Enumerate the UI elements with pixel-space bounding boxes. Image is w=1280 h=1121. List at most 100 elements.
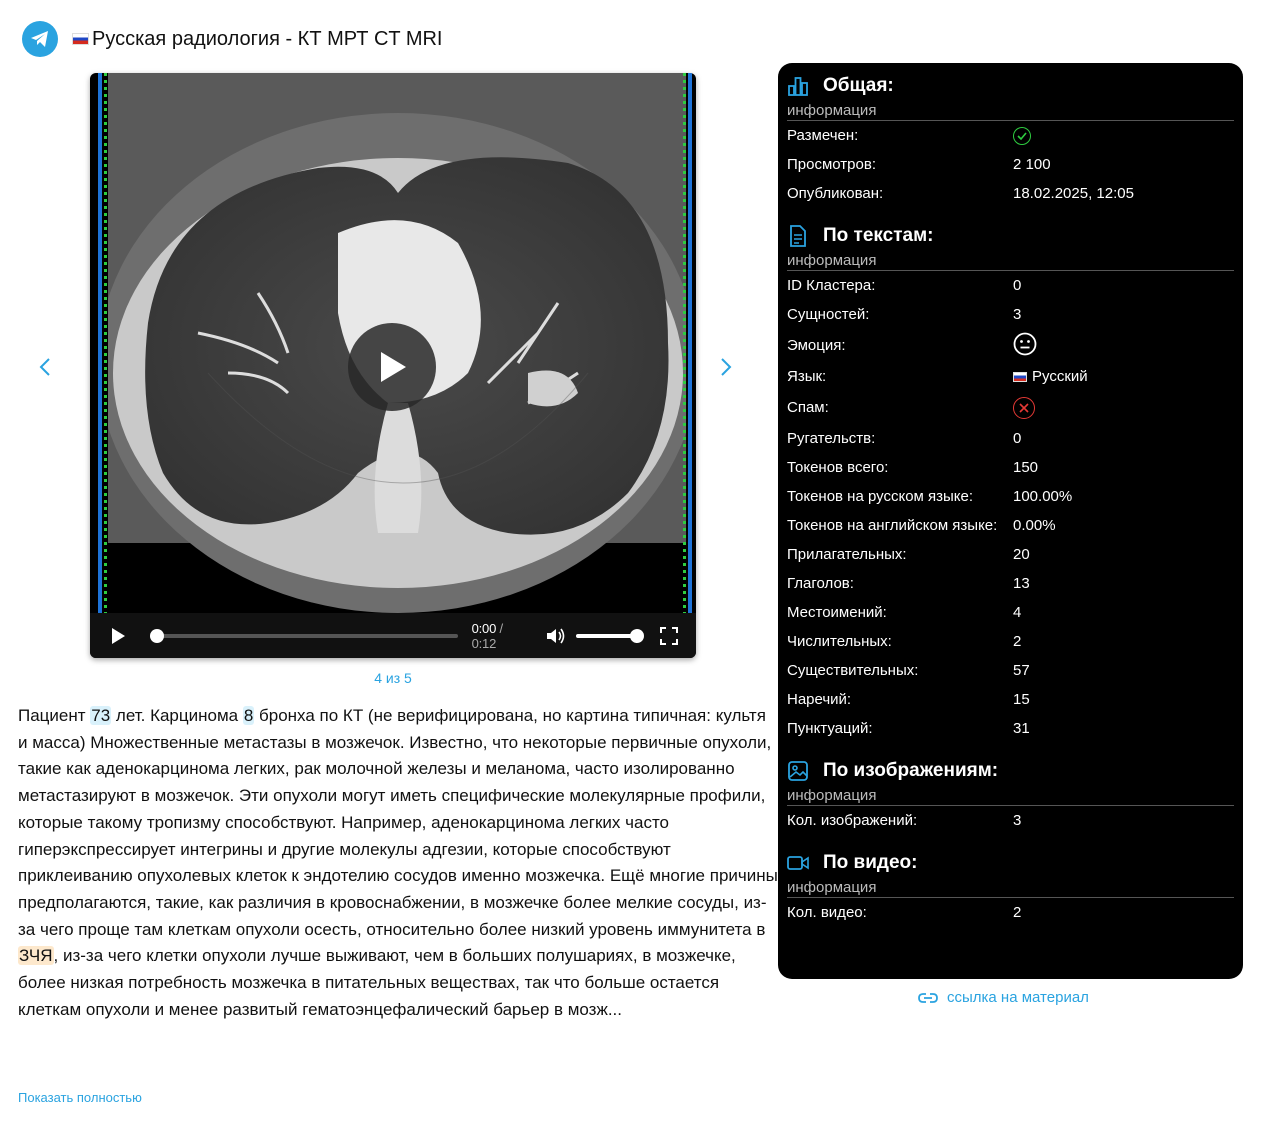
russia-flag-icon bbox=[72, 33, 89, 45]
show-more-link[interactable]: Показать полностью bbox=[18, 1090, 142, 1105]
row-value: 57 bbox=[1013, 662, 1030, 679]
info-row: Местоимений: 4 bbox=[787, 598, 1234, 627]
row-key: Местоимений: bbox=[787, 604, 887, 621]
section-title: По текстам: bbox=[823, 225, 934, 246]
row-value: 31 bbox=[1013, 720, 1030, 737]
section-subtitle: информация bbox=[787, 251, 1234, 271]
volume-knob[interactable] bbox=[630, 628, 644, 643]
section-video-header: По видео: bbox=[787, 848, 1234, 878]
row-key: Пунктуаций: bbox=[787, 720, 873, 737]
row-key: Токенов всего: bbox=[787, 459, 889, 476]
telegram-icon[interactable] bbox=[22, 21, 58, 57]
carousel-counter: 4 из 5 bbox=[374, 670, 412, 686]
cross-circle-icon bbox=[1013, 396, 1035, 419]
chevron-left-icon bbox=[39, 358, 50, 376]
info-row: Опубликован: 18.02.2025, 12:05 bbox=[787, 179, 1234, 208]
row-key: Эмоция: bbox=[787, 337, 846, 354]
material-link[interactable]: ссылка на материал bbox=[918, 989, 1089, 1006]
row-value bbox=[1013, 332, 1037, 360]
info-row: Кол. изображений: 3 bbox=[787, 806, 1234, 835]
row-value: 3 bbox=[1013, 812, 1022, 829]
volume-slider[interactable] bbox=[576, 628, 644, 643]
link-icon bbox=[918, 992, 938, 1003]
info-row: Существительных: 57 bbox=[787, 656, 1234, 685]
frame-border-left bbox=[98, 73, 102, 613]
time-separator: / bbox=[496, 620, 504, 636]
time-duration: 0:12 bbox=[471, 635, 497, 651]
carousel-prev-button[interactable] bbox=[35, 352, 55, 382]
row-key: Язык: bbox=[787, 368, 827, 385]
volume-button[interactable] bbox=[546, 626, 568, 646]
post-text: Пациент 73 лет. Карцинома 8 бронха по КТ… bbox=[18, 703, 778, 1023]
post-text-part: Пациент bbox=[18, 706, 91, 725]
row-value: 0 bbox=[1013, 430, 1022, 447]
section-subtitle: информация bbox=[787, 101, 1234, 121]
info-row: Прилагательных: 20 bbox=[787, 540, 1234, 569]
progress-knob[interactable] bbox=[149, 628, 164, 643]
check-circle-icon bbox=[1013, 126, 1031, 145]
row-key: Существительных: bbox=[787, 662, 919, 679]
section-images-header: По изображениям: bbox=[787, 756, 1234, 786]
fullscreen-icon bbox=[660, 626, 678, 645]
info-row: Язык: Русский bbox=[787, 362, 1234, 391]
row-key: Кол. изображений: bbox=[787, 812, 918, 829]
video-progress-bar[interactable] bbox=[149, 628, 458, 643]
russia-flag-icon bbox=[1013, 371, 1027, 382]
row-key: Токенов на русском языке: bbox=[787, 488, 974, 505]
carousel-next-button[interactable] bbox=[716, 352, 736, 382]
row-value: 2 100 bbox=[1013, 156, 1051, 173]
section-subtitle: информация bbox=[787, 786, 1234, 806]
row-key: ID Кластера: bbox=[787, 277, 876, 294]
play-icon bbox=[381, 352, 406, 382]
info-row: Числительных: 2 bbox=[787, 627, 1234, 656]
info-row: Кол. видео: 2 bbox=[787, 898, 1234, 927]
row-value: 13 bbox=[1013, 575, 1030, 592]
video-player[interactable]: 0:00 / 0:12 bbox=[90, 73, 696, 658]
row-value: 15 bbox=[1013, 691, 1030, 708]
play-button[interactable] bbox=[108, 626, 128, 646]
language-value: Русский bbox=[1032, 368, 1088, 385]
info-row: ID Кластера: 0 bbox=[787, 271, 1234, 300]
row-key: Спам: bbox=[787, 399, 829, 416]
header: Русская радиология - КТ МРТ CT MRI bbox=[22, 20, 443, 58]
info-row: Размечен: bbox=[787, 121, 1234, 150]
section-subtitle: информация bbox=[787, 878, 1234, 898]
video-play-overlay-button[interactable] bbox=[348, 323, 436, 411]
video-camera-icon bbox=[787, 852, 809, 874]
info-row: Просмотров: 2 100 bbox=[787, 150, 1234, 179]
row-key: Числительных: bbox=[787, 633, 892, 650]
post-text-part: бронха по КТ (не верифицирована, но карт… bbox=[18, 706, 778, 939]
row-key: Просмотров: bbox=[787, 156, 876, 173]
info-row: Глаголов: 13 bbox=[787, 569, 1234, 598]
info-row: Ругательств: 0 bbox=[787, 424, 1234, 453]
info-row: Эмоция: bbox=[787, 329, 1234, 362]
info-row: Наречий: 15 bbox=[787, 685, 1234, 714]
row-value: Русский bbox=[1013, 368, 1088, 385]
fullscreen-button[interactable] bbox=[660, 626, 678, 645]
video-controls: 0:00 / 0:12 bbox=[90, 613, 696, 658]
row-value: 18.02.2025, 12:05 bbox=[1013, 185, 1134, 202]
info-row: Спам: bbox=[787, 391, 1234, 424]
info-row: Сущностей: 3 bbox=[787, 300, 1234, 329]
row-key: Ругательств: bbox=[787, 430, 876, 447]
image-icon bbox=[787, 760, 809, 782]
info-row: Пунктуаций: 31 bbox=[787, 714, 1234, 743]
section-title: По изображениям: bbox=[823, 760, 999, 781]
document-icon bbox=[787, 225, 809, 247]
frame-dots-left bbox=[104, 73, 107, 613]
video-time: 0:00 / 0:12 bbox=[472, 621, 531, 651]
row-value: 2 bbox=[1013, 633, 1022, 650]
frame-dots-right bbox=[683, 73, 686, 613]
entity-highlight: ЗЧЯ bbox=[18, 946, 54, 966]
section-title: По видео: bbox=[823, 852, 918, 873]
row-key: Прилагательных: bbox=[787, 546, 907, 563]
row-value bbox=[1013, 126, 1031, 145]
row-key: Токенов на английском языке: bbox=[787, 517, 998, 534]
play-icon bbox=[111, 627, 125, 644]
volume-icon bbox=[547, 628, 565, 643]
section-texts-header: По текстам: bbox=[787, 221, 1234, 251]
chevron-right-icon bbox=[721, 358, 732, 376]
row-value: 100.00% bbox=[1013, 488, 1073, 505]
neutral-face-icon bbox=[1013, 332, 1037, 355]
channel-title[interactable]: Русская радиология - КТ МРТ CT MRI bbox=[72, 28, 443, 51]
